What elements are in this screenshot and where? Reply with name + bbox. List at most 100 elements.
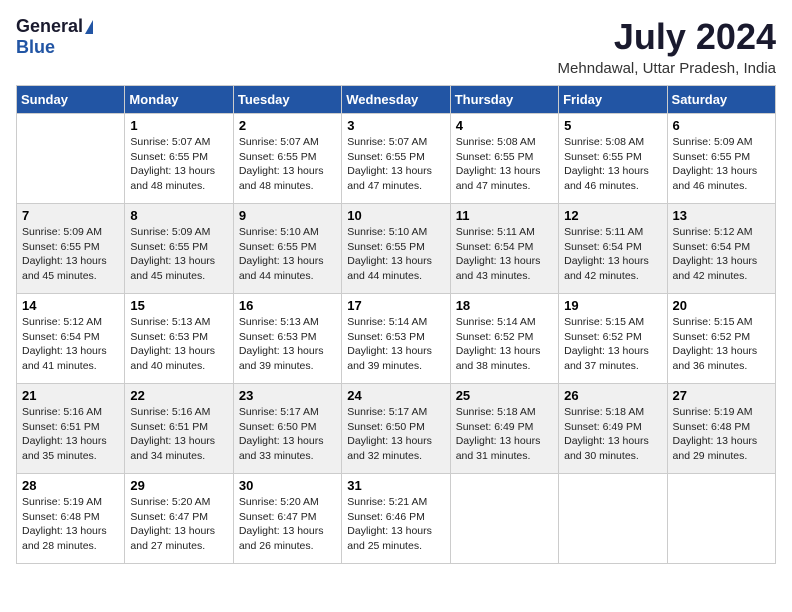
logo-general: General (16, 16, 83, 37)
cell-info: Sunrise: 5:09 AM Sunset: 6:55 PM Dayligh… (673, 135, 770, 194)
cell-date-number: 1 (130, 118, 227, 133)
calendar-cell: 23 Sunrise: 5:17 AM Sunset: 6:50 PM Dayli… (233, 384, 341, 474)
cell-date-number: 22 (130, 388, 227, 403)
calendar-cell: 26 Sunrise: 5:18 AM Sunset: 6:49 PM Dayli… (559, 384, 667, 474)
logo: General Blue (16, 16, 93, 58)
cell-info: Sunrise: 5:21 AM Sunset: 6:46 PM Dayligh… (347, 495, 444, 554)
title-area: July 2024 Mehndawal, Uttar Pradesh, Indi… (558, 16, 776, 77)
calendar-cell (667, 474, 775, 564)
cell-date-number: 6 (673, 118, 770, 133)
cell-info: Sunrise: 5:17 AM Sunset: 6:50 PM Dayligh… (239, 405, 336, 464)
cell-date-number: 31 (347, 478, 444, 493)
location-title: Mehndawal, Uttar Pradesh, India (558, 60, 776, 77)
cell-info: Sunrise: 5:07 AM Sunset: 6:55 PM Dayligh… (239, 135, 336, 194)
calendar-cell: 12 Sunrise: 5:11 AM Sunset: 6:54 PM Dayli… (559, 204, 667, 294)
calendar-cell: 25 Sunrise: 5:18 AM Sunset: 6:49 PM Dayli… (450, 384, 558, 474)
calendar-cell: 29 Sunrise: 5:20 AM Sunset: 6:47 PM Dayli… (125, 474, 233, 564)
cell-info: Sunrise: 5:18 AM Sunset: 6:49 PM Dayligh… (456, 405, 553, 464)
cell-date-number: 20 (673, 298, 770, 313)
calendar-cell: 28 Sunrise: 5:19 AM Sunset: 6:48 PM Dayli… (17, 474, 125, 564)
cell-info: Sunrise: 5:09 AM Sunset: 6:55 PM Dayligh… (130, 225, 227, 284)
week-row-3: 14Sunrise: 5:12 AM Sunset: 6:54 PM Dayli… (17, 294, 776, 384)
calendar-cell (17, 114, 125, 204)
cell-date-number: 10 (347, 208, 444, 223)
cell-date-number: 21 (22, 388, 119, 403)
calendar-cell: 21 Sunrise: 5:16 AM Sunset: 6:51 PM Dayli… (17, 384, 125, 474)
calendar-cell: 17 Sunrise: 5:14 AM Sunset: 6:53 PM Dayli… (342, 294, 450, 384)
cell-info: Sunrise: 5:08 AM Sunset: 6:55 PM Dayligh… (564, 135, 661, 194)
day-header-monday: Monday (125, 86, 233, 114)
cell-info: Sunrise: 5:20 AM Sunset: 6:47 PM Dayligh… (239, 495, 336, 554)
calendar-cell: 11 Sunrise: 5:11 AM Sunset: 6:54 PM Dayli… (450, 204, 558, 294)
cell-info: Sunrise: 5:16 AM Sunset: 6:51 PM Dayligh… (22, 405, 119, 464)
cell-info: Sunrise: 5:11 AM Sunset: 6:54 PM Dayligh… (564, 225, 661, 284)
week-row-2: 7 Sunrise: 5:09 AM Sunset: 6:55 PM Daylig… (17, 204, 776, 294)
calendar-cell: 22 Sunrise: 5:16 AM Sunset: 6:51 PM Dayli… (125, 384, 233, 474)
calendar-cell: 19 Sunrise: 5:15 AM Sunset: 6:52 PM Dayli… (559, 294, 667, 384)
cell-date-number: 25 (456, 388, 553, 403)
cell-info: Sunrise: 5:07 AM Sunset: 6:55 PM Dayligh… (347, 135, 444, 194)
day-header-thursday: Thursday (450, 86, 558, 114)
cell-info: Sunrise: 5:08 AM Sunset: 6:55 PM Dayligh… (456, 135, 553, 194)
calendar-cell: 8 Sunrise: 5:09 AM Sunset: 6:55 PM Daylig… (125, 204, 233, 294)
cell-info: Sunrise: 5:14 AM Sunset: 6:53 PM Dayligh… (347, 315, 444, 374)
cell-date-number: 8 (130, 208, 227, 223)
calendar-cell (450, 474, 558, 564)
calendar-cell: 27Sunrise: 5:19 AM Sunset: 6:48 PM Dayli… (667, 384, 775, 474)
cell-date-number: 18 (456, 298, 553, 313)
cell-info: Sunrise: 5:11 AM Sunset: 6:54 PM Dayligh… (456, 225, 553, 284)
cell-date-number: 23 (239, 388, 336, 403)
cell-date-number: 27 (673, 388, 770, 403)
cell-date-number: 12 (564, 208, 661, 223)
cell-date-number: 19 (564, 298, 661, 313)
cell-date-number: 26 (564, 388, 661, 403)
calendar-cell: 4 Sunrise: 5:08 AM Sunset: 6:55 PM Daylig… (450, 114, 558, 204)
cell-date-number: 28 (22, 478, 119, 493)
cell-date-number: 7 (22, 208, 119, 223)
month-title: July 2024 (558, 16, 776, 58)
cell-date-number: 4 (456, 118, 553, 133)
cell-info: Sunrise: 5:09 AM Sunset: 6:55 PM Dayligh… (22, 225, 119, 284)
cell-date-number: 2 (239, 118, 336, 133)
calendar-cell: 30 Sunrise: 5:20 AM Sunset: 6:47 PM Dayli… (233, 474, 341, 564)
calendar-cell: 5 Sunrise: 5:08 AM Sunset: 6:55 PM Daylig… (559, 114, 667, 204)
calendar-cell (559, 474, 667, 564)
cell-info: Sunrise: 5:12 AM Sunset: 6:54 PM Dayligh… (22, 315, 119, 374)
cell-info: Sunrise: 5:20 AM Sunset: 6:47 PM Dayligh… (130, 495, 227, 554)
cell-info: Sunrise: 5:17 AM Sunset: 6:50 PM Dayligh… (347, 405, 444, 464)
cell-date-number: 11 (456, 208, 553, 223)
cell-date-number: 9 (239, 208, 336, 223)
cell-info: Sunrise: 5:15 AM Sunset: 6:52 PM Dayligh… (564, 315, 661, 374)
header-row: SundayMondayTuesdayWednesdayThursdayFrid… (17, 86, 776, 114)
logo-blue: Blue (16, 37, 55, 58)
logo-arrow-icon (85, 20, 93, 34)
cell-date-number: 24 (347, 388, 444, 403)
calendar-cell: 10 Sunrise: 5:10 AM Sunset: 6:55 PM Dayli… (342, 204, 450, 294)
cell-info: Sunrise: 5:07 AM Sunset: 6:55 PM Dayligh… (130, 135, 227, 194)
cell-info: Sunrise: 5:18 AM Sunset: 6:49 PM Dayligh… (564, 405, 661, 464)
cell-date-number: 17 (347, 298, 444, 313)
cell-date-number: 16 (239, 298, 336, 313)
day-header-tuesday: Tuesday (233, 86, 341, 114)
cell-info: Sunrise: 5:16 AM Sunset: 6:51 PM Dayligh… (130, 405, 227, 464)
calendar-cell: 7 Sunrise: 5:09 AM Sunset: 6:55 PM Daylig… (17, 204, 125, 294)
week-row-5: 28 Sunrise: 5:19 AM Sunset: 6:48 PM Dayli… (17, 474, 776, 564)
day-header-friday: Friday (559, 86, 667, 114)
calendar-cell: 6 Sunrise: 5:09 AM Sunset: 6:55 PM Daylig… (667, 114, 775, 204)
cell-date-number: 13 (673, 208, 770, 223)
calendar-cell: 2 Sunrise: 5:07 AM Sunset: 6:55 PM Daylig… (233, 114, 341, 204)
cell-date-number: 5 (564, 118, 661, 133)
cell-info: Sunrise: 5:15 AM Sunset: 6:52 PM Dayligh… (673, 315, 770, 374)
cell-info: Sunrise: 5:12 AM Sunset: 6:54 PM Dayligh… (673, 225, 770, 284)
calendar-cell: 18Sunrise: 5:14 AM Sunset: 6:52 PM Dayli… (450, 294, 558, 384)
calendar-cell: 16Sunrise: 5:13 AM Sunset: 6:53 PM Dayli… (233, 294, 341, 384)
cell-info: Sunrise: 5:10 AM Sunset: 6:55 PM Dayligh… (347, 225, 444, 284)
cell-date-number: 29 (130, 478, 227, 493)
cell-date-number: 30 (239, 478, 336, 493)
calendar-cell: 3 Sunrise: 5:07 AM Sunset: 6:55 PM Daylig… (342, 114, 450, 204)
calendar-cell: 15Sunrise: 5:13 AM Sunset: 6:53 PM Dayli… (125, 294, 233, 384)
cell-date-number: 3 (347, 118, 444, 133)
week-row-1: 1 Sunrise: 5:07 AM Sunset: 6:55 PM Daylig… (17, 114, 776, 204)
calendar-cell: 31 Sunrise: 5:21 AM Sunset: 6:46 PM Dayli… (342, 474, 450, 564)
cell-info: Sunrise: 5:19 AM Sunset: 6:48 PM Dayligh… (22, 495, 119, 554)
